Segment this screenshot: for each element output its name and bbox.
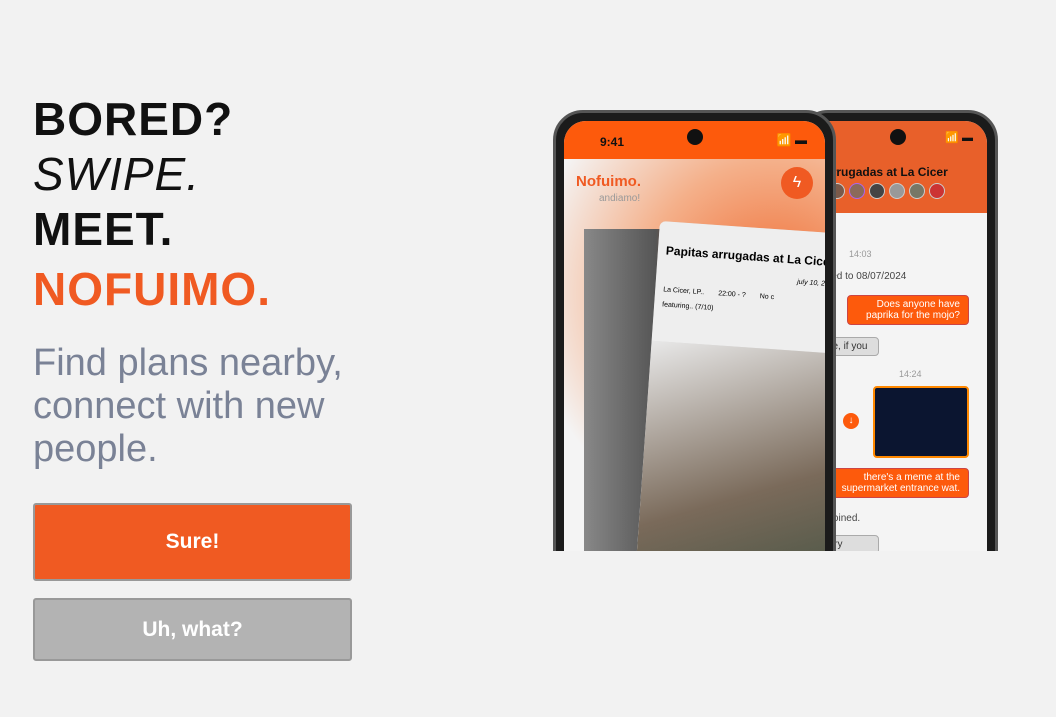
event-title: Papitas arrugadas at La Cicer [665, 243, 825, 270]
scroll-down-icon[interactable]: ↓ [843, 413, 859, 429]
clock: 9:41 [600, 135, 625, 149]
status-icons: 📶 ▬ [945, 132, 973, 144]
event-date: july 10, 2024, by [796, 278, 825, 290]
phone-mockups: 📶 ▬ Papitas arrugadas at La Cicer 14:03 … [540, 100, 1030, 551]
timestamp: 14:24 [899, 369, 922, 379]
event-time: 22:00 - ? [717, 290, 747, 300]
camera-icon [890, 129, 906, 145]
headline-bored: BORED? [33, 93, 234, 145]
headline-swipe: SWIPE. [33, 148, 201, 200]
meme-image[interactable] [873, 386, 969, 458]
headline-brand: NOFUIMO. [33, 263, 271, 315]
tagline: andiamo! [599, 193, 641, 204]
timestamp: 14:03 [849, 249, 872, 259]
event-location: La Cicer, LP.. [662, 286, 705, 297]
event-featuring: featuring.. (7/10) [661, 301, 714, 312]
headline-meet: MEET. [33, 203, 174, 255]
status-icons: 📶 ▬ [776, 133, 807, 147]
event-card[interactable]: Papitas arrugadas at La Cicer july 10, 2… [630, 221, 825, 551]
uh-what-button[interactable]: Uh, what? [33, 598, 352, 661]
chat-message: Does anyone have paprika for the mojo? [847, 295, 969, 325]
lightning-button[interactable]: ϟ [781, 167, 813, 199]
app-logo: Nofuimo. [576, 173, 641, 190]
phone-swipe: 9:41 📶 ▬ Nofuimo. andiamo! ϟ Papitas arru… [553, 110, 836, 551]
sure-button[interactable]: Sure! [33, 503, 352, 581]
event-photo [630, 340, 825, 551]
event-dresscode: No c [759, 293, 775, 302]
subtitle: Find plans nearby, connect with new peop… [33, 342, 343, 470]
camera-icon [686, 129, 703, 145]
